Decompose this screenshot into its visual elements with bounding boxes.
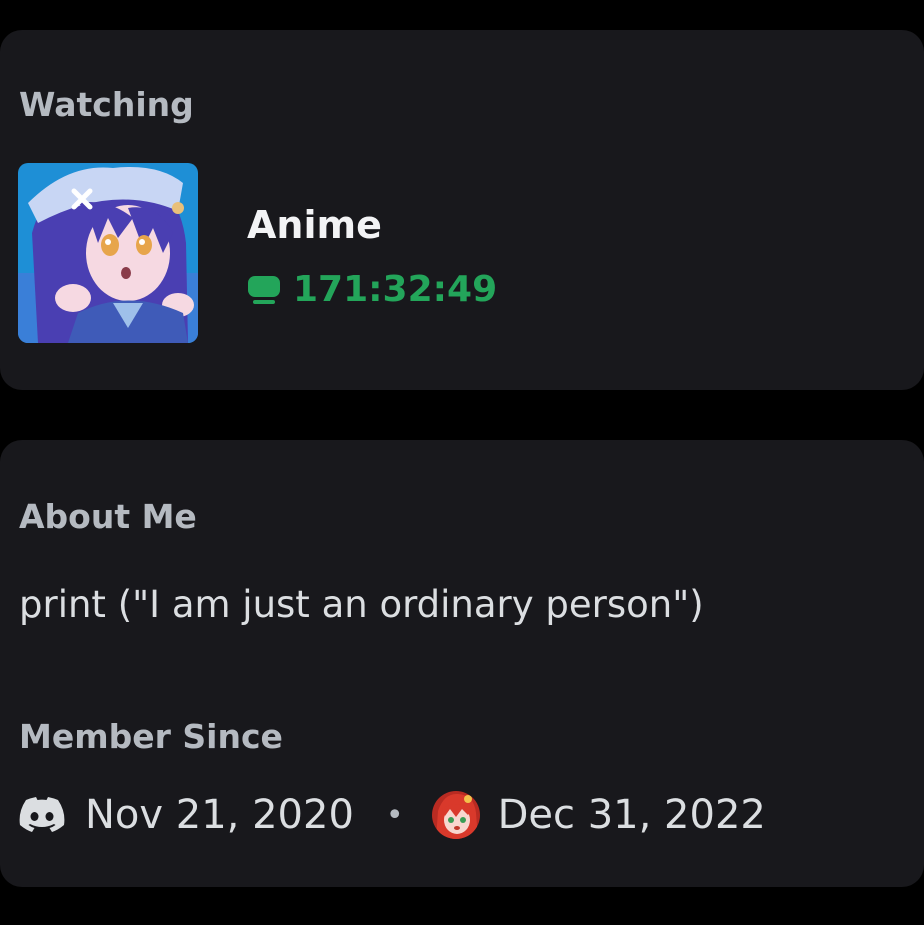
- discord-icon: [19, 797, 65, 833]
- discord-member-date: Nov 21, 2020: [85, 792, 354, 838]
- server-avatar-icon[interactable]: [431, 791, 480, 839]
- about-me-title: About Me: [19, 497, 197, 536]
- member-since-title: Member Since: [19, 717, 283, 756]
- elapsed-time: 171:32:49: [293, 269, 498, 310]
- separator-dot: •: [385, 797, 404, 833]
- about-card: About Me print ("I am just an ordinary p…: [0, 440, 924, 887]
- bio-text: print ("I am just an ordinary person"): [19, 583, 704, 626]
- server-member-date: Dec 31, 2022: [497, 792, 766, 838]
- member-since-row: Nov 21, 2020 • Dec 31, 2022: [19, 790, 766, 840]
- elapsed-row: 171:32:49: [247, 270, 497, 310]
- activity-image[interactable]: [18, 163, 198, 343]
- activity-name: Anime: [247, 203, 382, 247]
- activity-section-title: Watching: [19, 85, 194, 124]
- activity-card: Watching Anime 171:32:49: [0, 30, 924, 390]
- screen-icon: [247, 274, 281, 306]
